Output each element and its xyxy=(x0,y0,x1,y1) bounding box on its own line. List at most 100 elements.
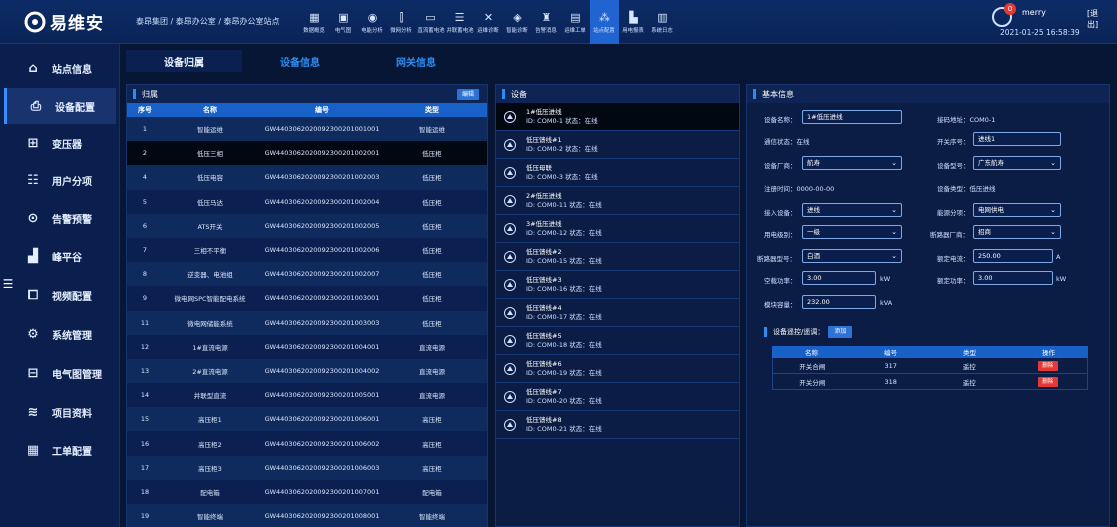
table-cell: 配电箱 xyxy=(422,488,442,497)
table-cell: 开关合闸 xyxy=(799,362,826,371)
tab[interactable]: 设备归属 xyxy=(126,50,242,72)
table-row[interactable]: 15 高压柜1 GW4403062020092300201006001 高压柜 xyxy=(127,407,487,432)
sidebar-item[interactable]: ⚙ 系统管理 xyxy=(4,316,116,352)
table-row[interactable]: 4 低压电容 GW4403062020092300201002003 低压柜 xyxy=(127,165,487,190)
breaker-model-label: 断路器型号： xyxy=(757,255,796,263)
table-row[interactable]: 19 智能终端 GW4403062020092300201008001 智能终端 xyxy=(127,504,487,527)
nav-item[interactable]: ◈ 智能诊断 xyxy=(503,0,532,44)
nav-item[interactable]: ▥ 系统日志 xyxy=(648,0,677,44)
breaker-vendor-select[interactable]: 招商 ⌄ xyxy=(973,225,1061,239)
sidebar-item[interactable]: ▦ 工单配置 xyxy=(4,432,116,468)
device-list-item[interactable]: 3#低压进线 ID: COM0-12 状态：在线 xyxy=(496,215,739,243)
brand-name: 易维安 xyxy=(50,14,104,34)
delete-button[interactable]: 删除 xyxy=(1037,360,1058,371)
vendor-select[interactable]: 航寿 ⌄ xyxy=(802,156,902,170)
switch-no-input[interactable]: 进线1 xyxy=(973,132,1061,146)
nav-item[interactable]: ▦ 数据概览 xyxy=(300,0,329,44)
table-row[interactable]: 14 并联型直流 GW4403062020092300201005001 直流电源 xyxy=(127,383,487,408)
list-icon: ☷ xyxy=(27,172,39,188)
basic-info-panel: 基本信息 xyxy=(746,84,1110,527)
table-row[interactable]: 9 微电网SPC智能配电系统 GW4403062020092300201003001… xyxy=(127,286,487,311)
access-select[interactable]: 进线 ⌄ xyxy=(802,203,902,217)
nav-item[interactable]: ⁂ 站点配置 xyxy=(590,0,619,44)
edit-button[interactable]: 编辑 xyxy=(457,89,479,100)
sidebar-toggle-icon[interactable]: ☰ xyxy=(0,276,16,292)
device-list-item[interactable]: 低压馈线#4 ID: COM0-17 状态：在线 xyxy=(496,299,739,327)
table-row[interactable]: 16 高压柜2 GW4403062020092300201006002 高压柜 xyxy=(127,431,487,456)
rated-current-input[interactable]: 250.00 xyxy=(973,249,1053,263)
device-list-item[interactable]: 低压馈线#8 ID: COM0-21 状态：在线 xyxy=(496,411,739,439)
layers-icon: ≋ xyxy=(27,404,39,420)
delete-button[interactable]: 删除 xyxy=(1037,376,1058,387)
sidebar-item[interactable]: ⧠ 视频配置 xyxy=(4,277,116,313)
add-button[interactable]: 添加 xyxy=(828,326,853,338)
nav-label: 直流蓄电池 xyxy=(417,26,445,34)
breaker-model-select[interactable]: 白酒 ⌄ xyxy=(802,249,902,263)
rated-power-input[interactable]: 3.00 xyxy=(973,271,1053,285)
nav-item[interactable]: ▤ 运维工单 xyxy=(561,0,590,44)
table-row[interactable]: 12 1#直流电源 GW4403062020092300201004001 直流电源 xyxy=(127,334,487,359)
nav-item[interactable]: ♜ 告警消息 xyxy=(532,0,561,44)
energy-label: 能源分项： xyxy=(937,209,970,217)
device-list-item[interactable]: 低压馈线#3 ID: COM0-16 状态：在线 xyxy=(496,271,739,299)
device-list-item[interactable]: 低压母联 ID: COM0-3 状态：在线 xyxy=(496,159,739,187)
sidebar-item[interactable]: ☷ 用户分项 xyxy=(4,162,116,198)
top-bar: 易维安 泰昂集团 / 泰昂办公室 / 泰昂办公室站点 ▦ 数据概览 ▣ 电气图 ◉ 电能分… xyxy=(0,0,1117,44)
device-name: 3#低压进线 xyxy=(526,219,562,228)
sidebar-item[interactable]: ⊙ 告警预警 xyxy=(4,200,116,236)
nav-item[interactable]: ▣ 电气图 xyxy=(329,0,358,44)
table-cell: GW4403062020092300201003001 xyxy=(264,294,380,303)
tab[interactable]: 网关信息 xyxy=(358,50,474,72)
nav-item[interactable]: ▙ 用电报表 xyxy=(619,0,648,44)
device-list-item[interactable]: 低压馈线#2 ID: COM0-15 状态：在线 xyxy=(496,243,739,271)
table-row[interactable]: 13 2#直流电源 GW4403062020092300201004002 直流电源 xyxy=(127,358,487,384)
table-row[interactable]: 1 智能运维 GW4403062020092300201001001 智能运维 xyxy=(127,117,487,142)
noload-input[interactable]: 3.00 xyxy=(802,271,876,285)
table-row[interactable]: 11 微电网储能系统 GW4403062020092300201003003 低压柜 xyxy=(127,310,487,335)
device-list-item[interactable]: 低压馈线#6 ID: COM0-19 状态：在线 xyxy=(496,355,739,383)
table-row[interactable]: 17 高压柜3 GW4403062020092300201006003 高压柜 xyxy=(127,455,487,480)
capacity-input[interactable]: 232.00 xyxy=(802,295,876,309)
nav-item[interactable]: ▭ 直流蓄电池 xyxy=(416,0,445,44)
tab[interactable]: 设备信息 xyxy=(242,50,358,72)
table-row[interactable]: 7 三相不平衡 GW4403062020092300201002006 低压柜 xyxy=(127,237,487,263)
device-list-item[interactable]: 低压馈线#5 ID: COM0-18 状态：在线 xyxy=(496,327,739,355)
table-cell: GW4403062020092300201002006 xyxy=(264,246,380,255)
table-row[interactable]: 18 配电箱 GW4403062020092300201007001 配电箱 xyxy=(127,479,487,504)
video-icon: ⧠ xyxy=(27,287,39,303)
sidebar-item[interactable]: ⊞ 变压器 xyxy=(4,125,116,161)
table-row[interactable]: 8 逆变器、电池组 GW4403062020092300201002007 低压柜 xyxy=(127,262,487,287)
sidebar-item[interactable]: ⊟ 电气图管理 xyxy=(4,355,116,391)
sidebar-item[interactable]: ▟ 峰平谷 xyxy=(4,238,116,274)
device-list-item[interactable]: 低压馈线#1 ID: COM0-2 状态：在线 xyxy=(496,131,739,159)
nav-item[interactable]: ◉ 电能分析 xyxy=(358,0,387,44)
device-list-item[interactable]: 2#低压进线 ID: COM0-11 状态：在线 xyxy=(496,187,739,215)
chevron-down-icon: ⌄ xyxy=(1050,228,1056,236)
sidebar-item[interactable]: ⌂ 站点信息 xyxy=(4,50,116,86)
model-select[interactable]: 广东航寿 ⌄ xyxy=(973,156,1061,170)
sidebar-item[interactable]: ⎙ 设备配置 xyxy=(4,88,116,124)
sidebar-item-label: 站点信息 xyxy=(52,64,92,76)
chevron-down-icon: ⌄ xyxy=(891,206,897,214)
nav-item[interactable]: ✕ 运维诊断 xyxy=(474,0,503,44)
table-row[interactable]: 2 低压三相 GW4403062020092300201002001 低压柜 xyxy=(127,141,487,166)
table-cell: GW4403062020092300201005001 xyxy=(264,391,380,400)
rated-power-label: 额定功率： xyxy=(937,277,970,285)
sidebar-item[interactable]: ≋ 项目资料 xyxy=(4,394,116,430)
nav-item[interactable]: ⫿ 微网分析 xyxy=(387,0,416,44)
table-cell: 高压柜 xyxy=(422,416,442,425)
chevron-down-icon: ⌄ xyxy=(891,252,897,260)
level-select[interactable]: 一级 ⌄ xyxy=(802,225,902,239)
energy-select[interactable]: 电网供电 ⌄ xyxy=(973,203,1061,217)
device-icon xyxy=(504,334,516,347)
battery-icon: ▭ xyxy=(425,10,436,24)
table-row[interactable]: 5 低压马达 GW4403062020092300201002004 低压柜 xyxy=(127,189,487,214)
device-list-item[interactable]: 1#低压进线 ID: COM0-1 状态：在线 xyxy=(496,103,739,131)
device-list-item[interactable]: 低压馈线#7 ID: COM0-20 状态：在线 xyxy=(496,383,739,411)
device-name-input[interactable]: 1#低压进线 xyxy=(802,110,902,124)
gauge-icon: ◉ xyxy=(367,10,378,24)
breadcrumb[interactable]: 泰昂集团 / 泰昂办公室 / 泰昂办公室站点 xyxy=(136,16,280,27)
logout-link[interactable]: [退出] xyxy=(1087,8,1107,30)
table-row[interactable]: 6 ATS开关 GW4403062020092300201002005 低压柜 xyxy=(127,213,487,238)
nav-item[interactable]: ☰ 并联蓄电池 xyxy=(445,0,474,44)
